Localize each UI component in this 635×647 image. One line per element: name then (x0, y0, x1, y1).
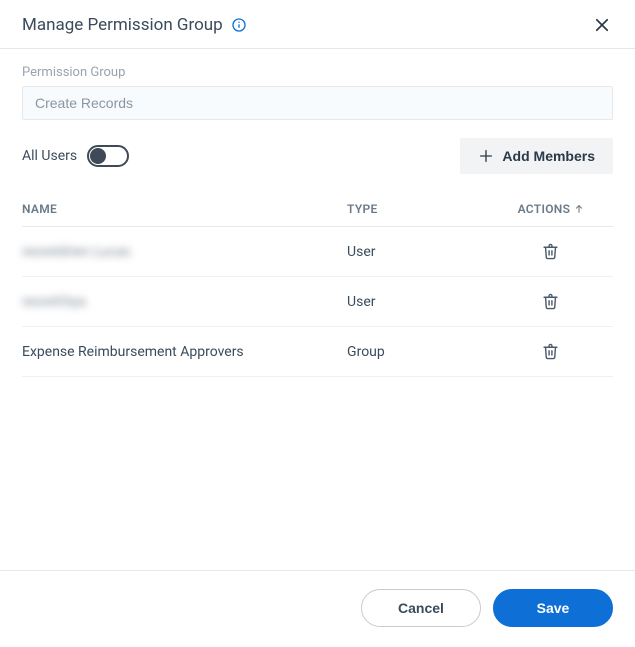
column-header-actions-label: ACTIONS (518, 202, 571, 216)
manage-permission-group-dialog: Manage Permission Group Permission Group (0, 0, 635, 647)
cell-name: reoretdrien Lucas (22, 227, 347, 277)
table-row: reoretdrien Lucas User (22, 227, 613, 277)
table-body: reoretdrien LucasUserreoretOiyaUserExpen… (22, 227, 613, 377)
sort-asc-icon (574, 203, 584, 215)
cancel-button[interactable]: Cancel (361, 589, 481, 627)
delete-row-button[interactable] (538, 339, 563, 364)
table-row: Expense Reimbursement Approvers Group (22, 327, 613, 377)
permission-group-label: Permission Group (22, 65, 613, 80)
all-users-toggle-wrap: All Users (22, 145, 129, 167)
all-users-toggle[interactable] (87, 145, 129, 167)
all-users-label: All Users (22, 148, 77, 164)
dialog-header: Manage Permission Group (0, 0, 635, 49)
cell-actions (495, 327, 613, 377)
column-header-name[interactable]: NAME (22, 192, 347, 227)
cell-actions (495, 277, 613, 327)
column-header-actions[interactable]: ACTIONS (495, 192, 613, 227)
trash-icon (542, 293, 559, 310)
dialog-footer: Cancel Save (0, 570, 635, 647)
cell-type: Group (347, 327, 495, 377)
dialog-title: Manage Permission Group (22, 15, 223, 35)
delete-row-button[interactable] (538, 239, 563, 264)
dialog-body: Permission Group All Users Add Members (0, 49, 635, 570)
close-icon (593, 16, 611, 34)
cell-type: User (347, 227, 495, 277)
cell-actions (495, 227, 613, 277)
trash-icon (542, 343, 559, 360)
add-members-button[interactable]: Add Members (460, 138, 613, 174)
members-table: NAME TYPE ACTIONS (22, 192, 613, 377)
column-header-type[interactable]: TYPE (347, 192, 495, 227)
toggle-knob (90, 148, 106, 164)
cell-name: Expense Reimbursement Approvers (22, 327, 347, 377)
plus-icon (478, 148, 494, 164)
member-name: Expense Reimbursement Approvers (22, 344, 244, 360)
member-name: reoretOiya (22, 294, 86, 310)
cell-name: reoretOiya (22, 277, 347, 327)
controls-row: All Users Add Members (22, 138, 613, 174)
trash-icon (542, 243, 559, 260)
close-button[interactable] (589, 12, 615, 38)
table-header-row: NAME TYPE ACTIONS (22, 192, 613, 227)
info-icon[interactable] (231, 17, 247, 33)
save-button[interactable]: Save (493, 589, 613, 627)
member-name: reoretdrien Lucas (22, 244, 130, 260)
header-left: Manage Permission Group (22, 15, 247, 35)
cell-type: User (347, 277, 495, 327)
table-row: reoretOiya User (22, 277, 613, 327)
permission-group-input[interactable] (22, 86, 613, 120)
delete-row-button[interactable] (538, 289, 563, 314)
add-members-label: Add Members (502, 148, 595, 164)
